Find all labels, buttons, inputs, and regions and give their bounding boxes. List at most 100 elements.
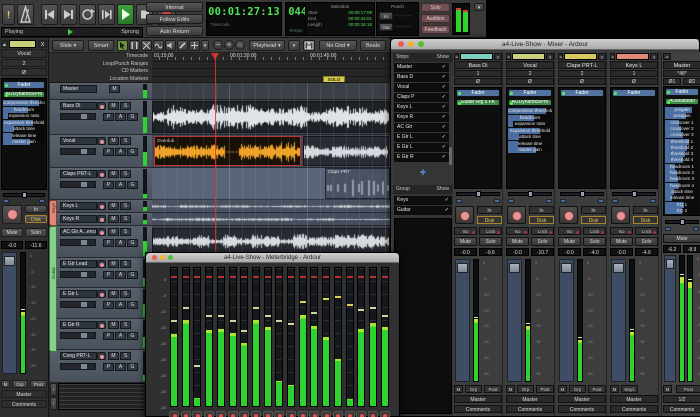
track-mute-button[interactable]: M bbox=[108, 215, 119, 223]
group-tab-keys[interactable]: Keys bbox=[49, 200, 57, 226]
pan-left-button[interactable] bbox=[560, 199, 566, 203]
track-automation-button[interactable]: A bbox=[115, 113, 126, 121]
pan-handle[interactable] bbox=[580, 191, 585, 197]
track-mute-button[interactable]: M bbox=[108, 352, 119, 360]
ruler-label-location-markers[interactable]: Location Markers bbox=[50, 76, 152, 84]
pan-left-button[interactable] bbox=[665, 227, 671, 231]
track-record-button[interactable] bbox=[97, 102, 106, 110]
monitor-input-button[interactable]: In bbox=[477, 206, 502, 214]
goto-end-button[interactable] bbox=[60, 4, 77, 25]
track-record-button[interactable] bbox=[97, 260, 106, 268]
solo-button[interactable]: Solo bbox=[531, 237, 554, 246]
solo-button[interactable]: Solo bbox=[421, 3, 450, 12]
track-header-e-gtr-r[interactable]: E Gtr R MSPAG bbox=[50, 319, 152, 350]
bridge-record-button-14[interactable] bbox=[332, 411, 343, 417]
track-automation-button[interactable]: A bbox=[115, 363, 126, 371]
bridge-record-button-16[interactable] bbox=[356, 411, 367, 417]
routing-button-post[interactable]: Post bbox=[536, 385, 554, 393]
plugin-param-expansion-ratio[interactable]: expansion ratio bbox=[508, 121, 552, 127]
bridge-record-button-11[interactable] bbox=[297, 411, 308, 417]
track-record-button[interactable] bbox=[97, 228, 106, 236]
marker-dropdown[interactable]: ▾ bbox=[288, 40, 300, 51]
track-playlist-button[interactable]: P bbox=[103, 332, 114, 340]
pan-right-button[interactable] bbox=[693, 227, 699, 231]
strip-menu-button[interactable]: ◂▸ bbox=[1, 40, 8, 48]
ruler-label-timecode[interactable]: Timecode bbox=[50, 53, 152, 61]
routing-button-post[interactable]: Post bbox=[676, 385, 700, 393]
solo-track-button[interactable]: Solo bbox=[25, 228, 47, 237]
strip-name-button[interactable]: Claps PRT-L bbox=[558, 61, 606, 69]
track-group-button[interactable]: G bbox=[127, 332, 138, 340]
bridge-record-button-2[interactable] bbox=[192, 411, 203, 417]
punch-out-button[interactable]: Out bbox=[379, 23, 393, 31]
track-group-button[interactable]: G bbox=[127, 239, 138, 247]
track-record-button[interactable] bbox=[97, 170, 106, 178]
solo-button[interactable]: Solo bbox=[635, 237, 658, 246]
processor-fader[interactable]: Fader bbox=[665, 88, 699, 96]
monitor-input-button[interactable]: In bbox=[581, 206, 606, 214]
gain-fader[interactable] bbox=[507, 259, 522, 382]
strip-input-button[interactable]: 2 bbox=[1, 59, 47, 67]
processor-fader[interactable]: Fader bbox=[560, 89, 604, 97]
region[interactable] bbox=[152, 228, 390, 255]
bridge-record-button-18[interactable] bbox=[379, 411, 390, 417]
peak-display[interactable]: -10.7 bbox=[531, 248, 554, 256]
plugin-param-headroom-1[interactable]: headroom 1 bbox=[665, 163, 699, 170]
mute-button[interactable]: Mute bbox=[558, 237, 581, 246]
meter-options-button[interactable]: ▾ bbox=[474, 3, 484, 11]
track-playlist-button[interactable]: P bbox=[103, 181, 114, 189]
track-automation-button[interactable]: A bbox=[115, 271, 126, 279]
selection-end-value[interactable]: 00:00:34:01 bbox=[348, 16, 372, 21]
track-name-button[interactable]: AC Gtr A...ence-L bbox=[60, 228, 97, 236]
group-tab-guitar[interactable]: Guitar bbox=[49, 226, 57, 352]
plugin-param-threshold-1[interactable]: threshold 1 bbox=[665, 138, 699, 145]
plugin-param-eq-1[interactable]: EQ 1 bbox=[665, 201, 699, 208]
pan-control[interactable] bbox=[454, 191, 502, 204]
zoom-in-button[interactable]: + bbox=[224, 40, 234, 50]
solo-button[interactable]: Solo bbox=[583, 237, 606, 246]
pan-control[interactable] bbox=[1, 192, 47, 204]
track-header-cong-prt-l[interactable]: Cong PRT-L M S P A G bbox=[50, 350, 152, 383]
fader-handle[interactable] bbox=[613, 263, 624, 273]
draw-tool-button[interactable] bbox=[177, 40, 188, 51]
error-log-button[interactable]: ! bbox=[2, 4, 15, 25]
strip-polarity-button[interactable]: Ø bbox=[1, 68, 47, 76]
processor-audynamicspro[interactable]: AUDynamicsPro bbox=[3, 91, 45, 98]
output-button[interactable]: Master bbox=[610, 395, 658, 403]
track-mute-button[interactable]: M bbox=[108, 228, 119, 236]
strip-color-swatch[interactable] bbox=[512, 53, 545, 60]
slider-handle[interactable] bbox=[81, 272, 87, 277]
meter-pos-button[interactable]: Post bbox=[30, 380, 47, 388]
gain-display[interactable]: -6.2 bbox=[663, 245, 681, 253]
track-header-bass-di[interactable]: Bass DI M S P A G bbox=[50, 100, 152, 135]
monitor-input-button[interactable]: In bbox=[633, 206, 658, 214]
gain-display[interactable]: -0.0 bbox=[1, 241, 23, 249]
plugin-param-crossover-1[interactable]: crossover 1 bbox=[665, 119, 699, 126]
goto-start-button[interactable] bbox=[41, 4, 58, 25]
slider-handle[interactable] bbox=[81, 240, 87, 245]
track-name-button[interactable]: Claps PRT-L bbox=[60, 170, 97, 178]
strip-name-button[interactable]: Vocal bbox=[1, 49, 47, 58]
track-mute-button[interactable]: M bbox=[108, 260, 119, 268]
comments-button[interactable]: Comments bbox=[663, 405, 700, 413]
strip-polarity-button[interactable]: Ø bbox=[506, 78, 554, 85]
track-solo-button[interactable]: S bbox=[120, 170, 131, 178]
processor-box[interactable]: Fader AUMultiban pregain postgain crossover … bbox=[663, 86, 700, 216]
fader-handle[interactable] bbox=[457, 263, 468, 273]
bridge-record-button-8[interactable] bbox=[262, 411, 273, 417]
auto-return-toggle[interactable]: Auto Return bbox=[146, 26, 203, 36]
record-arm-button[interactable] bbox=[455, 206, 474, 224]
track-name-button[interactable]: Cong PRT-L bbox=[60, 352, 97, 360]
grid-unit-dropdown[interactable]: Beats bbox=[360, 40, 386, 51]
strip-color-swatch[interactable] bbox=[564, 53, 597, 60]
monitor-disk-button[interactable]: Disk bbox=[25, 215, 47, 223]
track-name-button[interactable]: E Gtr L bbox=[60, 290, 97, 298]
track-group-button[interactable]: G bbox=[127, 181, 138, 189]
track-gain-slider[interactable] bbox=[60, 301, 96, 308]
solo-lock-button[interactable]: Lock bbox=[635, 227, 658, 235]
monitor-disk-button[interactable]: Disk bbox=[477, 216, 502, 224]
zoom-out-button[interactable]: − bbox=[213, 40, 223, 50]
gain-fader[interactable] bbox=[611, 259, 626, 382]
track-mute-button[interactable]: M bbox=[108, 290, 119, 298]
processor-box[interactable]: Fader bbox=[610, 87, 658, 189]
